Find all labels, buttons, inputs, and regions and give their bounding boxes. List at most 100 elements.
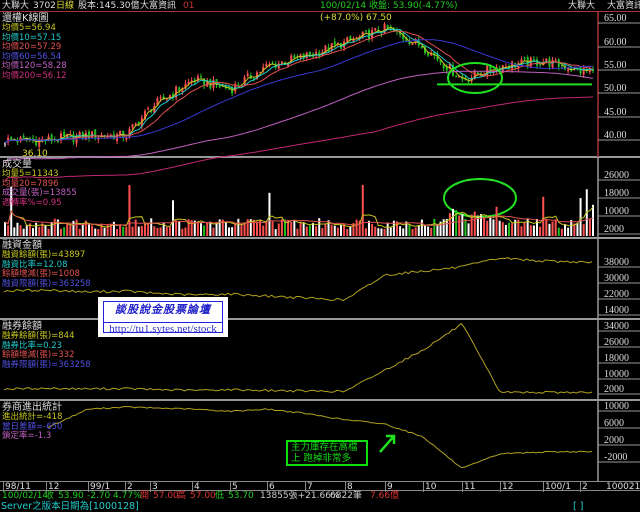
volume-bar	[181, 228, 184, 236]
volume-bar	[302, 222, 305, 236]
y-tick-label: 10000	[604, 369, 629, 380]
legend-short-limit: 融券限額(張)=363258	[2, 359, 91, 370]
server-version: Server之版本日期為[1000128]	[1, 501, 139, 512]
volume-bar	[377, 228, 380, 236]
volume-bar	[336, 227, 339, 236]
volume-bar	[542, 196, 545, 236]
volume-bar	[501, 222, 504, 236]
volume-bar	[312, 222, 314, 236]
volume-bar	[315, 226, 318, 236]
candle-body	[293, 55, 296, 59]
volume-bar	[327, 220, 330, 236]
volume-bar	[374, 226, 377, 236]
volume-bar	[53, 218, 56, 236]
volume-bar	[44, 225, 47, 236]
legend-turnover: 週轉率%=0.95	[2, 197, 62, 208]
quote-info-bar: 100/02/14 收 53.90 -2.70 4.77% 開 57.00 高 …	[0, 491, 640, 501]
volume-bar	[271, 221, 274, 236]
volume-bar	[430, 228, 433, 236]
candle-body	[131, 124, 134, 128]
info-close: 53.90	[58, 491, 84, 501]
y-tick-label: 50.00	[604, 83, 627, 94]
volume-bar	[461, 213, 464, 236]
info-amount: 7.66億	[370, 491, 400, 501]
info-high-label: 高	[177, 491, 187, 501]
volume-bar	[228, 227, 230, 236]
volume-bar	[551, 221, 554, 236]
candle-body	[246, 73, 249, 77]
volume-bar	[50, 221, 53, 236]
volume-bar	[256, 221, 258, 236]
logo-frame: 談股說金股票論壇 http://tu1.sytes.net/stock	[103, 301, 223, 335]
volume-bar	[511, 223, 514, 236]
volume-bar	[4, 221, 6, 236]
volume-bar	[529, 225, 532, 236]
volume-bar	[557, 227, 560, 236]
volume-bar	[262, 225, 265, 236]
volume-bar	[424, 225, 426, 236]
volume-bar	[119, 224, 122, 236]
low-note: 36.10	[22, 149, 48, 159]
volume-bar	[19, 225, 22, 236]
y-tick-label: 45.00	[604, 107, 627, 118]
candle-body	[88, 131, 90, 140]
volume-bar	[433, 218, 436, 236]
volume-bar	[274, 229, 277, 236]
candle-body	[374, 28, 377, 31]
volume-bar	[464, 218, 467, 236]
legend-ma200: 均價200=56.12	[2, 70, 67, 81]
volume-bar	[592, 204, 594, 236]
candle-body	[200, 76, 202, 78]
volume-bar	[396, 221, 398, 236]
candle-body	[63, 131, 66, 137]
legend-broker-lock: 鎖定率=-1.3	[2, 431, 52, 442]
volume-bar	[411, 229, 414, 236]
volume-bar	[153, 226, 156, 236]
y-tick-label: 34000	[604, 321, 629, 332]
volume-bar	[420, 219, 423, 236]
volume-bar	[178, 221, 181, 236]
volume-bar	[97, 228, 100, 236]
volume-bar	[349, 226, 352, 236]
volume-bar	[480, 214, 482, 236]
volume-bar	[296, 228, 299, 236]
volume-bar	[200, 223, 202, 236]
volume-bar	[240, 224, 243, 236]
volume-bar	[168, 226, 171, 236]
volume-bar	[243, 223, 246, 236]
volume-bar	[582, 224, 585, 236]
info-date: 100/02/14	[2, 491, 49, 501]
volume-bar	[523, 222, 526, 236]
y-tick-label: 10000	[604, 206, 629, 217]
candle-body	[333, 41, 336, 45]
candle-body	[532, 59, 535, 61]
volume-bar	[293, 220, 296, 236]
volume-bar	[386, 222, 389, 236]
volume-bar	[492, 219, 495, 236]
volume-bar	[81, 223, 84, 236]
volume-bar	[184, 227, 187, 236]
volume-bar	[548, 223, 551, 236]
y-tick-label: 14000	[604, 305, 629, 316]
volume-bar	[94, 228, 97, 236]
volume-bar	[554, 219, 557, 236]
volume-bar	[63, 227, 66, 236]
candle-body	[554, 59, 557, 61]
info-change: -2.70	[87, 491, 111, 501]
candle-body	[551, 59, 554, 68]
info-trades: 6822筆	[330, 491, 362, 501]
x-axis: 98/111299/123456789101112100/121000214	[0, 481, 640, 492]
volume-bar	[473, 211, 476, 236]
candle-body	[539, 64, 542, 66]
volume-bar	[16, 222, 19, 236]
volume-bar	[7, 225, 10, 236]
y-tick-label: 60.00	[604, 37, 627, 48]
y-tick-label: 26000	[604, 337, 629, 348]
status-input[interactable]: [ ]	[573, 502, 583, 512]
margin-legend: 融資金額 融資餘額(張)=43897 融資比率=12.08 餘額增減(張)=10…	[2, 240, 91, 289]
volume-bar	[508, 222, 510, 236]
volume-bar	[545, 218, 548, 236]
logo-url[interactable]: http://tu1.sytes.net/stock	[104, 322, 222, 335]
ma20-line	[4, 30, 594, 144]
forum-logo[interactable]: 談股說金股票論壇 http://tu1.sytes.net/stock	[98, 297, 228, 337]
